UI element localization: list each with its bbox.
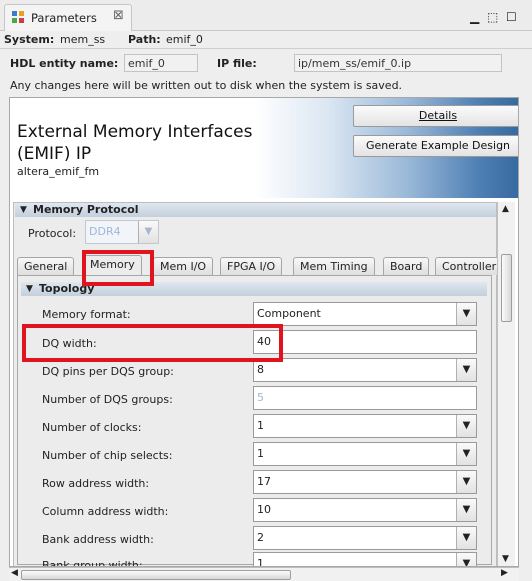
memory-format-value: Component [257, 307, 321, 320]
restore-icon[interactable]: ⬚ [487, 10, 498, 24]
column-address-select[interactable]: 10 ▼ [253, 498, 477, 522]
entity-row: HDL entity name: emif_0 IP file: ip/mem_… [0, 50, 532, 96]
parameters-tab[interactable]: Parameters ⊠ [4, 4, 132, 31]
tab-mem-io[interactable]: Mem I/O [153, 257, 214, 275]
close-tab-icon[interactable]: ⊠ [113, 8, 124, 23]
title-bar: Parameters ⊠ ▁ ⬚ ☐ [0, 0, 532, 31]
system-bar: System: mem_ss Path: emif_0 [0, 31, 532, 49]
memory-tab-pane: ▼ Topology Memory format: Component ▼ DQ… [17, 275, 492, 567]
bank-address-label: Bank address width: [42, 533, 154, 546]
chevron-down-icon: ▼ [456, 553, 476, 566]
system-value: mem_ss [60, 33, 106, 46]
scroll-right-icon[interactable]: ▶ [501, 568, 508, 578]
bank-group-label: Bank group width: [42, 559, 143, 567]
protocol-value: DDR4 [89, 225, 121, 238]
ip-file-field[interactable]: ip/mem_ss/emif_0.ip [294, 54, 502, 72]
tab-fpga-io[interactable]: FPGA I/O [220, 257, 283, 275]
chevron-down-icon: ▼ [456, 443, 476, 465]
bank-group-select[interactable]: 1 ▼ [253, 552, 477, 567]
tab-bar: General Memory Mem I/O FPGA I/O Mem Timi… [17, 255, 499, 277]
triangle-down-icon: ▼ [20, 205, 27, 215]
tab-mem-timing[interactable]: Mem Timing [293, 257, 375, 275]
horizontal-scrollbar[interactable]: ◀ ▶ [9, 567, 519, 581]
row-address-value: 17 [257, 475, 271, 488]
protocol-select: DDR4 ▼ [85, 220, 159, 244]
row-address-label: Row address width: [42, 477, 150, 490]
hdl-entity-label: HDL entity name: [10, 57, 119, 70]
ip-title-line2: (EMIF) IP [17, 144, 92, 164]
memory-format-select[interactable]: Component ▼ [253, 302, 477, 326]
details-button-label: Details [418, 109, 458, 122]
chevron-down-icon: ▼ [456, 359, 476, 381]
path-label: Path: [128, 33, 161, 46]
memory-format-label: Memory format: [42, 308, 131, 321]
path-value: emif_0 [166, 33, 203, 46]
save-note: Any changes here will be written out to … [10, 79, 403, 92]
row-address-select[interactable]: 17 ▼ [253, 470, 477, 494]
chip-selects-select[interactable]: 1 ▼ [253, 442, 477, 466]
memory-protocol-title: Memory Protocol [33, 203, 139, 216]
ip-file-label: IP file: [217, 57, 257, 70]
dq-width-label: DQ width: [42, 337, 97, 350]
bank-address-value: 2 [257, 531, 264, 544]
topology-title: Topology [39, 282, 95, 295]
hdl-entity-field[interactable]: emif_0 [124, 54, 198, 72]
scroll-down-icon[interactable]: ▼ [502, 554, 509, 564]
vertical-scroll-thumb[interactable] [501, 254, 512, 322]
dqs-groups-field: 5 [253, 386, 477, 410]
tab-general[interactable]: General [17, 257, 75, 275]
ip-header: External Memory Interfaces (EMIF) IP alt… [10, 98, 518, 198]
tab-board[interactable]: Board [383, 257, 430, 275]
details-button[interactable]: Details [353, 105, 518, 127]
bank-group-value: 1 [257, 557, 264, 567]
ip-name: altera_emif_fm [17, 165, 100, 178]
topology-header[interactable]: ▼ Topology [21, 282, 487, 296]
vertical-scrollbar[interactable]: ▲ ▼ [497, 202, 515, 566]
tab-controller[interactable]: Controller [435, 257, 499, 275]
maximize-icon[interactable]: ☐ [506, 10, 517, 24]
dq-pins-per-dqs-value: 8 [257, 363, 264, 376]
system-label: System: [4, 33, 55, 46]
chevron-down-icon: ▼ [456, 499, 476, 521]
chevron-down-icon: ▼ [456, 303, 476, 325]
clocks-select[interactable]: 1 ▼ [253, 414, 477, 438]
ip-title-line1: External Memory Interfaces [17, 122, 253, 142]
memory-protocol-header[interactable]: ▼ Memory Protocol [15, 203, 496, 217]
chevron-down-icon: ▼ [456, 471, 476, 493]
column-address-label: Column address width: [42, 505, 169, 518]
generate-example-button[interactable]: Generate Example Design [353, 135, 518, 157]
parameters-panel: External Memory Interfaces (EMIF) IP alt… [9, 97, 519, 567]
chevron-down-icon: ▼ [456, 527, 476, 549]
chevron-down-icon: ▼ [138, 221, 158, 243]
chip-selects-label: Number of chip selects: [42, 449, 173, 462]
scroll-up-icon[interactable]: ▲ [502, 204, 509, 214]
tab-title: Parameters [31, 11, 97, 25]
triangle-down-icon: ▼ [26, 284, 33, 294]
minimize-icon[interactable]: ▁ [470, 10, 479, 24]
platform-designer-icon [12, 11, 24, 23]
bank-address-select[interactable]: 2 ▼ [253, 526, 477, 550]
column-address-value: 10 [257, 503, 271, 516]
horizontal-scroll-thumb[interactable] [21, 570, 291, 580]
dq-pins-per-dqs-select[interactable]: 8 ▼ [253, 358, 477, 382]
clocks-label: Number of clocks: [42, 421, 142, 434]
chip-selects-value: 1 [257, 447, 264, 460]
tab-memory[interactable]: Memory [83, 255, 142, 277]
dq-pins-per-dqs-label: DQ pins per DQS group: [42, 365, 174, 378]
protocol-label: Protocol: [28, 227, 77, 240]
chevron-down-icon: ▼ [456, 415, 476, 437]
clocks-value: 1 [257, 419, 264, 432]
dq-width-input[interactable]: 40 [253, 330, 477, 354]
scroll-left-icon[interactable]: ◀ [11, 568, 18, 578]
dqs-groups-label: Number of DQS groups: [42, 393, 173, 406]
